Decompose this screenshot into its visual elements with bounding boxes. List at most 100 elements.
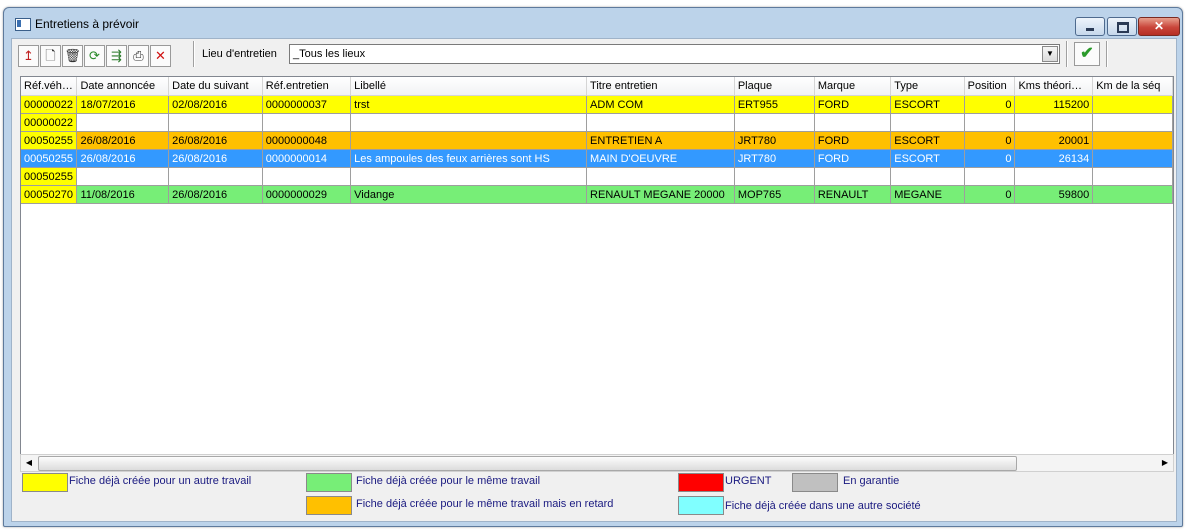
lieu-dropdown-button[interactable]: ▼ (1042, 46, 1058, 62)
table-cell[interactable] (1014, 113, 1094, 132)
table-cell[interactable]: MAIN D'OEUVRE (586, 149, 735, 168)
table-cell[interactable] (350, 167, 588, 186)
table-cell[interactable] (76, 113, 170, 132)
table-cell[interactable]: MOP765 (734, 185, 815, 204)
table-cell[interactable]: ERT955 (734, 95, 815, 114)
table-cell[interactable]: FORD (814, 95, 892, 114)
column-header[interactable]: Date du suivant (168, 77, 263, 96)
table-cell[interactable]: FORD (814, 149, 892, 168)
table-cell[interactable]: 00050255 (21, 131, 78, 150)
lieu-select[interactable]: _Tous les lieux ▼ (289, 44, 1060, 64)
table-row[interactable]: 00050255 (21, 167, 1173, 186)
table-cell[interactable]: 02/08/2016 (168, 95, 263, 114)
table-cell[interactable] (1092, 149, 1173, 168)
table-cell[interactable] (814, 167, 892, 186)
minimize-button[interactable] (1075, 17, 1105, 36)
table-row[interactable]: 00050255 26/08/2016 26/08/2016 0000000048 EN… (21, 131, 1173, 150)
table-cell[interactable] (76, 167, 170, 186)
table-cell[interactable]: 0 (964, 131, 1016, 150)
table-cell[interactable]: ESCORT (890, 131, 965, 150)
table-cell[interactable]: 18/07/2016 (76, 95, 170, 114)
table-cell[interactable] (350, 113, 588, 132)
table-cell[interactable]: MEGANE (890, 185, 965, 204)
table-cell[interactable] (964, 167, 1016, 186)
table-cell[interactable]: trst (350, 95, 588, 114)
import-button[interactable]: ↥ (18, 45, 39, 67)
table-cell[interactable] (350, 131, 588, 150)
table-cell[interactable] (262, 167, 352, 186)
maximize-button[interactable] (1107, 17, 1137, 36)
transfer-button[interactable]: ⇶ (106, 45, 127, 67)
table-cell[interactable] (168, 167, 263, 186)
table-cell[interactable]: 00000022 (21, 113, 78, 132)
table-cell[interactable]: ESCORT (890, 95, 965, 114)
table-cell[interactable] (586, 113, 735, 132)
table-cell[interactable] (1092, 185, 1173, 204)
table-cell[interactable] (734, 113, 815, 132)
table-cell[interactable]: 26/08/2016 (168, 185, 263, 204)
table-cell[interactable]: RENAULT (814, 185, 892, 204)
column-header[interactable]: Plaque (734, 77, 815, 96)
table-cell[interactable]: ADM COM (586, 95, 735, 114)
table-cell[interactable] (1092, 131, 1173, 150)
table-cell[interactable]: 26/08/2016 (76, 149, 170, 168)
table-cell[interactable]: Les ampoules des feux arrières sont HS (350, 149, 588, 168)
column-header[interactable]: Type (890, 77, 965, 96)
table-cell[interactable]: JRT780 (734, 131, 815, 150)
table-cell[interactable] (1092, 113, 1173, 132)
table-cell[interactable]: 26134 (1014, 149, 1094, 168)
column-header[interactable]: Titre entretien (586, 77, 735, 96)
column-header[interactable]: Réf.entretien (262, 77, 352, 96)
close-button[interactable]: ✕ (1138, 17, 1180, 36)
title-bar[interactable]: Entretiens à prévoir ✕ (4, 8, 1182, 36)
column-header[interactable]: Position (964, 77, 1016, 96)
column-header[interactable]: Km de la séq (1092, 77, 1173, 96)
table-cell[interactable]: 20001 (1014, 131, 1094, 150)
table-cell[interactable] (814, 113, 892, 132)
refresh-button[interactable]: ⟳ (84, 45, 105, 67)
table-cell[interactable]: 00050255 (21, 167, 78, 186)
table-cell[interactable]: 26/08/2016 (168, 149, 263, 168)
table-cell[interactable]: 11/08/2016 (76, 185, 170, 204)
table-cell[interactable] (586, 167, 735, 186)
table-cell[interactable]: FORD (814, 131, 892, 150)
table-cell[interactable]: Vidange (350, 185, 588, 204)
table-cell[interactable]: ENTRETIEN A (586, 131, 735, 150)
column-header[interactable]: Réf.véh… (21, 77, 78, 96)
table-cell[interactable]: 0000000048 (262, 131, 352, 150)
table-row[interactable]: 00050255 26/08/2016 26/08/2016 0000000014 Le… (21, 149, 1173, 168)
validate-button[interactable]: ✔ (1074, 42, 1100, 66)
delete-button[interactable]: ✕ (150, 45, 171, 67)
table-cell[interactable]: 0000000014 (262, 149, 352, 168)
trash-button[interactable]: 🗑 (62, 45, 83, 67)
column-header[interactable]: Libellé (350, 77, 588, 96)
horizontal-scrollbar[interactable]: ◀ ▶ (20, 454, 1174, 472)
table-row[interactable]: 00000022 (21, 113, 1173, 132)
table-cell[interactable]: RENAULT MEGANE 20000 (586, 185, 735, 204)
scroll-right-icon[interactable]: ▶ (1157, 455, 1173, 471)
table-cell[interactable]: 0 (964, 185, 1016, 204)
table-cell[interactable] (1092, 167, 1173, 186)
table-cell[interactable]: JRT780 (734, 149, 815, 168)
table-cell[interactable] (964, 113, 1016, 132)
table-cell[interactable]: 59800 (1014, 185, 1094, 204)
printer-button[interactable]: ⎙ (128, 45, 149, 67)
table-cell[interactable]: 0000000037 (262, 95, 352, 114)
table-cell[interactable] (734, 167, 815, 186)
table-cell[interactable] (168, 113, 263, 132)
table-cell[interactable]: ESCORT (890, 149, 965, 168)
scrollbar-thumb[interactable] (38, 456, 1017, 471)
scroll-left-icon[interactable]: ◀ (21, 455, 37, 471)
table-cell[interactable]: 00050255 (21, 149, 78, 168)
column-header[interactable]: Kms théori… (1014, 77, 1094, 96)
table-cell[interactable] (890, 167, 965, 186)
column-header[interactable]: Date annoncée (76, 77, 170, 96)
table-cell[interactable]: 0 (964, 95, 1016, 114)
table-cell[interactable] (1014, 167, 1094, 186)
table-cell[interactable] (890, 113, 965, 132)
table-row[interactable]: 00000022 18/07/2016 02/08/2016 0000000037 tr… (21, 95, 1173, 114)
table-cell[interactable] (1092, 95, 1173, 114)
table-cell[interactable]: 00050270 (21, 185, 78, 204)
column-header[interactable]: Marque (814, 77, 892, 96)
table-cell[interactable]: 26/08/2016 (168, 131, 263, 150)
